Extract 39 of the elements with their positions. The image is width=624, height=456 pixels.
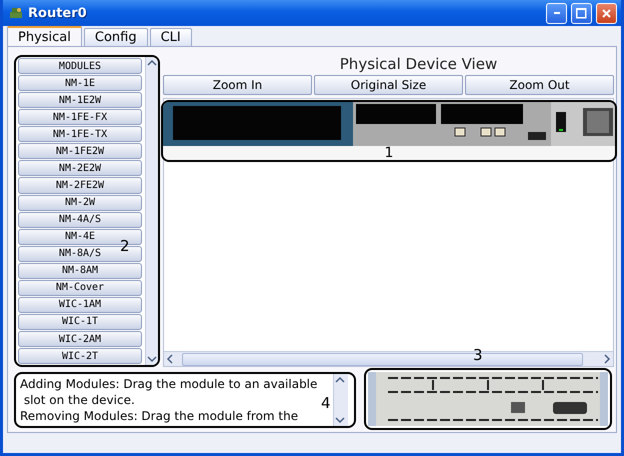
module-button[interactable]: WIC-1T — [18, 314, 142, 330]
module-button[interactable]: WIC-1AM — [18, 296, 142, 313]
annotation-number: 3 — [473, 346, 483, 364]
vertical-scrollbar[interactable] — [145, 57, 158, 365]
info-text-line: Removing Modules: Drag the module from the — [20, 408, 298, 424]
window-title: Router0 — [28, 6, 88, 20]
close-button[interactable] — [596, 2, 617, 24]
annotation-number: 1 — [384, 146, 394, 160]
module-button[interactable]: NM-Cover — [18, 280, 142, 296]
router-icon — [9, 6, 24, 20]
minimize-button[interactable] — [546, 2, 567, 24]
module-button[interactable]: NM-1FE-FX — [18, 109, 142, 126]
zoom-button[interactable]: Original Size — [314, 75, 463, 95]
tab[interactable]: Physical — [7, 26, 82, 46]
tab[interactable]: CLI — [150, 28, 192, 46]
zoom-button[interactable]: Zoom Out — [465, 75, 614, 95]
minimize-icon — [554, 12, 560, 14]
module-button[interactable]: WIC-2T — [18, 348, 142, 364]
vertical-scrollbar[interactable] — [333, 374, 348, 426]
module-button[interactable]: NM-1FE2W — [18, 143, 142, 160]
close-icon — [602, 8, 611, 18]
module-button[interactable]: NM-2FE2W — [18, 177, 142, 194]
module-button[interactable]: NM-2W — [18, 194, 142, 211]
info-text-line: slot on the device. — [22, 392, 135, 408]
maximize-icon — [576, 8, 587, 18]
module-button[interactable]: NM-8AM — [18, 262, 142, 279]
module-button[interactable]: NM-4A/S — [18, 212, 142, 228]
view-title: Physical Device View — [338, 55, 498, 72]
annotation-number: 4 — [321, 394, 331, 412]
module-button[interactable]: NM-1E — [18, 75, 142, 92]
info-text-line: Adding Modules: Drag the module to an available — [20, 376, 318, 392]
tab[interactable]: Config — [84, 28, 148, 46]
modules-header-button[interactable]: MODULES — [18, 58, 142, 74]
module-button[interactable]: WIC-2AM — [18, 331, 142, 348]
zoom-button[interactable]: Zoom In — [163, 75, 312, 95]
maximize-button[interactable] — [571, 2, 592, 24]
module-button[interactable]: NM-2E2W — [18, 160, 142, 176]
module-button[interactable]: NM-1FE-TX — [18, 126, 142, 142]
module-button[interactable]: NM-1E2W — [18, 92, 142, 108]
